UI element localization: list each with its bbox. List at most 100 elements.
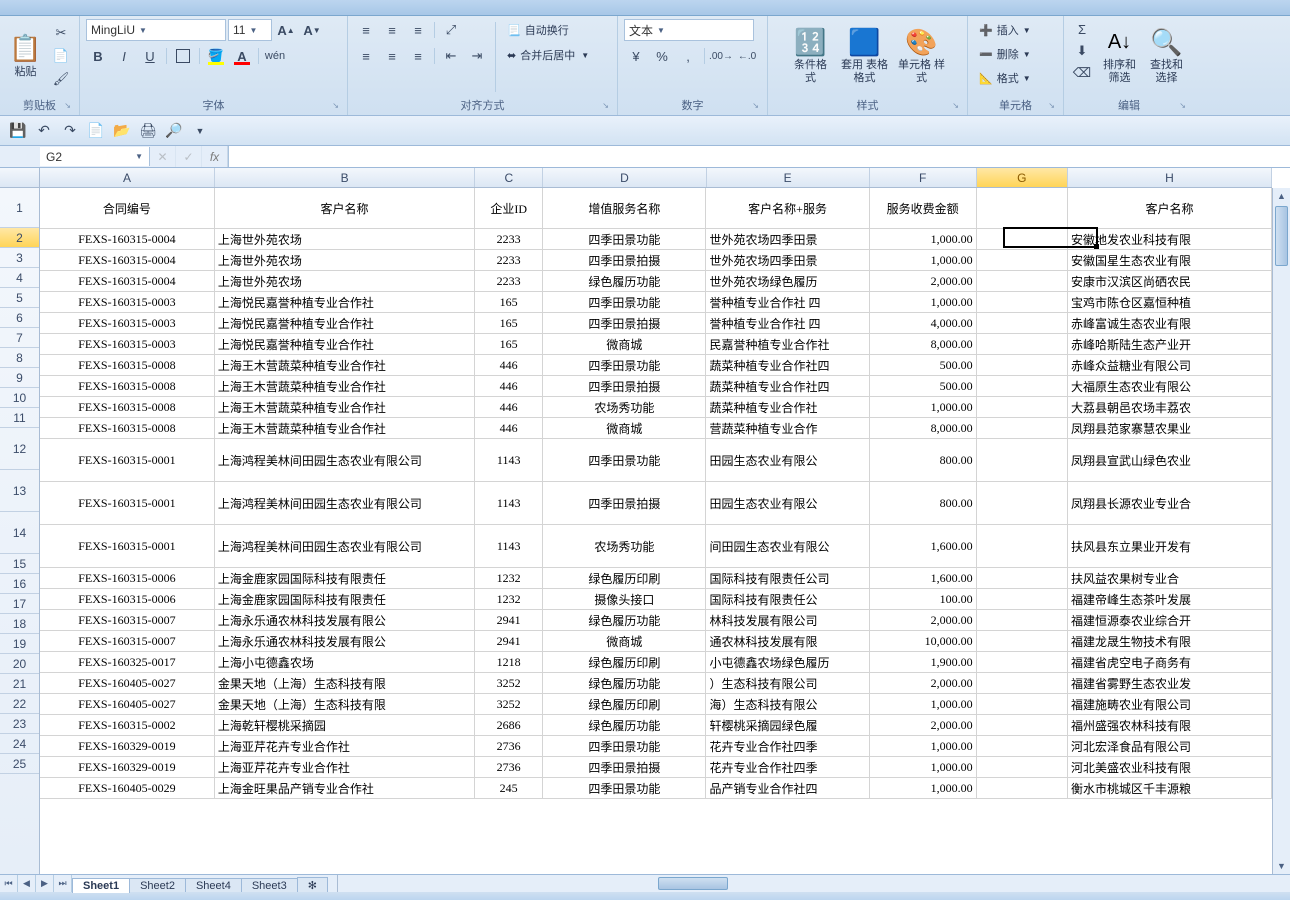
align-left-button[interactable]: ≡ <box>354 45 378 67</box>
cell[interactable]: 轩樱桃采摘园绿色履 <box>706 715 869 735</box>
cell[interactable] <box>977 482 1068 524</box>
horizontal-scrollbar[interactable] <box>337 875 1290 892</box>
cell[interactable] <box>977 589 1068 609</box>
cell[interactable]: 誉种植专业合作社 四 <box>706 292 869 312</box>
cell[interactable]: 合同编号 <box>40 188 215 228</box>
font-size-combo[interactable]: 11▼ <box>228 19 272 41</box>
tab-nav-next[interactable]: ▶ <box>36 875 54 892</box>
cell[interactable]: 蔬菜种植专业合作社 <box>706 397 869 417</box>
cell[interactable]: 四季田景拍摄 <box>543 250 706 270</box>
qat-customize-button[interactable]: ▼ <box>188 120 212 142</box>
cell[interactable] <box>977 610 1068 630</box>
underline-button[interactable]: U <box>138 45 162 67</box>
cell[interactable]: 2,000.00 <box>870 673 977 693</box>
cell[interactable]: 凤翔县长源农业专业合 <box>1068 482 1272 524</box>
cell[interactable]: 10,000.00 <box>870 631 977 651</box>
cell[interactable]: 2233 <box>475 271 543 291</box>
cell[interactable]: FEXS-160315-0003 <box>40 292 215 312</box>
cell[interactable]: FEXS-160315-0006 <box>40 589 215 609</box>
cell[interactable]: 增值服务名称 <box>543 188 706 228</box>
cell[interactable]: 河北美盛农业科技有限 <box>1068 757 1272 777</box>
column-header-A[interactable]: A <box>40 168 215 187</box>
cell[interactable]: 1,000.00 <box>870 250 977 270</box>
cell[interactable]: 大福原生态农业有限公 <box>1068 376 1272 396</box>
cell[interactable]: 世外苑农场绿色履历 <box>706 271 869 291</box>
cell[interactable]: FEXS-160315-0001 <box>40 525 215 567</box>
cell[interactable] <box>977 250 1068 270</box>
cell[interactable]: 福州盛强农林科技有限 <box>1068 715 1272 735</box>
autosum-button[interactable]: Σ <box>1070 18 1094 40</box>
row-header[interactable]: 12 <box>0 428 39 470</box>
cell[interactable]: 花卉专业合作社四季 <box>706 757 869 777</box>
cell[interactable]: 福建省雾野生态农业发 <box>1068 673 1272 693</box>
copy-button[interactable]: 📄 <box>49 45 73 67</box>
cell[interactable]: 800.00 <box>870 482 977 524</box>
cell[interactable]: FEXS-160315-0001 <box>40 439 215 481</box>
tab-nav-first[interactable]: ⏮ <box>0 875 18 892</box>
cell[interactable]: 绿色履历功能 <box>543 715 706 735</box>
select-all-corner[interactable] <box>0 168 40 188</box>
cell[interactable]: 世外苑农场四季田景 <box>706 250 869 270</box>
cancel-formula-button[interactable]: ✕ <box>150 146 176 167</box>
name-box[interactable]: G2▼ <box>40 147 150 166</box>
cell[interactable]: 海）生态科技有限公 <box>706 694 869 714</box>
cell[interactable] <box>977 694 1068 714</box>
sheet-tab[interactable]: Sheet1 <box>72 878 130 893</box>
cell[interactable]: FEXS-160315-0003 <box>40 313 215 333</box>
cell[interactable]: FEXS-160315-0004 <box>40 271 215 291</box>
cell[interactable]: 绿色履历印刷 <box>543 694 706 714</box>
cell[interactable]: FEXS-160405-0029 <box>40 778 215 798</box>
cell[interactable]: 1,000.00 <box>870 397 977 417</box>
cell[interactable]: 2,000.00 <box>870 715 977 735</box>
column-header-D[interactable]: D <box>543 168 706 187</box>
cell[interactable]: 农场秀功能 <box>543 525 706 567</box>
cell[interactable]: 微商城 <box>543 418 706 438</box>
cell[interactable]: 赤峰众益糖业有限公司 <box>1068 355 1272 375</box>
cell[interactable]: 上海王木营蔬菜种植专业合作社 <box>215 355 475 375</box>
cell[interactable]: 446 <box>475 376 543 396</box>
qat-save-button[interactable]: 💾 <box>6 120 30 142</box>
sheet-tab[interactable]: Sheet3 <box>241 878 298 893</box>
paste-button[interactable]: 📋 粘贴 <box>6 18 45 92</box>
column-header-B[interactable]: B <box>215 168 475 187</box>
cell[interactable]: FEXS-160315-0004 <box>40 250 215 270</box>
sheet-tab[interactable]: Sheet4 <box>185 878 242 893</box>
cell[interactable]: 品产销专业合作社四 <box>706 778 869 798</box>
scroll-down-button[interactable]: ▼ <box>1273 858 1290 874</box>
cell[interactable]: 2233 <box>475 229 543 249</box>
cell[interactable]: 上海王木营蔬菜种植专业合作社 <box>215 376 475 396</box>
align-middle-button[interactable]: ≡ <box>380 19 404 41</box>
row-header[interactable]: 1 <box>0 188 39 228</box>
cell[interactable]: 2686 <box>475 715 543 735</box>
cell[interactable]: 通农林科技发展有限 <box>706 631 869 651</box>
cell[interactable]: 赤峰富诚生态农业有限 <box>1068 313 1272 333</box>
phonetic-button[interactable]: wén <box>263 45 287 67</box>
cell[interactable]: 绿色履历功能 <box>543 271 706 291</box>
cell[interactable]: 安康市汉滨区尚硒农民 <box>1068 271 1272 291</box>
cell[interactable]: 扶风县东立果业开发有 <box>1068 525 1272 567</box>
cell[interactable]: 客户名称+服务 <box>706 188 869 228</box>
cell[interactable]: 上海鸿程美林间田园生态农业有限公司 <box>215 482 475 524</box>
insert-cells-button[interactable]: ➕插入▼ <box>974 18 1036 42</box>
row-header[interactable]: 5 <box>0 288 39 308</box>
cell[interactable]: 四季田景拍摄 <box>543 757 706 777</box>
cell[interactable]: 2233 <box>475 250 543 270</box>
formula-input[interactable] <box>228 146 1290 167</box>
cell[interactable]: FEXS-160315-0007 <box>40 631 215 651</box>
cell[interactable]: 福建龙晟生物技术有限 <box>1068 631 1272 651</box>
cell[interactable]: 上海鸿程美林间田园生态农业有限公司 <box>215 439 475 481</box>
cell[interactable] <box>977 313 1068 333</box>
cell[interactable]: 国际科技有限责任公司 <box>706 568 869 588</box>
comma-format-button[interactable]: , <box>676 45 700 67</box>
italic-button[interactable]: I <box>112 45 136 67</box>
cell[interactable]: FEXS-160315-0008 <box>40 418 215 438</box>
cell[interactable]: 上海亚芹花卉专业合作社 <box>215 736 475 756</box>
cell[interactable]: 小屯德鑫农场绿色履历 <box>706 652 869 672</box>
cell[interactable]: 800.00 <box>870 439 977 481</box>
cell[interactable]: 微商城 <box>543 631 706 651</box>
cell[interactable] <box>977 292 1068 312</box>
vscroll-thumb[interactable] <box>1275 206 1288 266</box>
align-top-button[interactable]: ≡ <box>354 19 378 41</box>
row-header[interactable]: 15 <box>0 554 39 574</box>
cell[interactable]: 誉种植专业合作社 四 <box>706 313 869 333</box>
